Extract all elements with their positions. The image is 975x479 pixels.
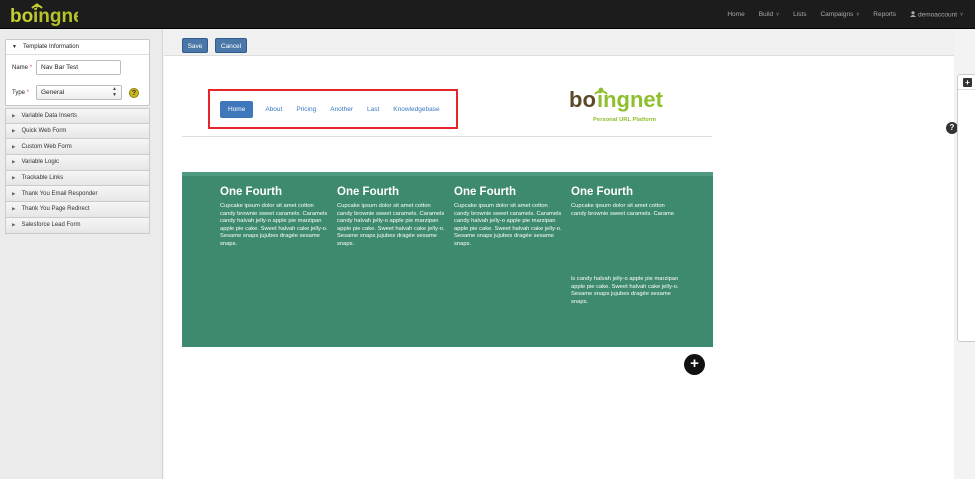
triangle-right-icon: ▶ — [12, 159, 16, 165]
accordion-variable-data-inserts[interactable]: ▶ Variable Data Inserts — [5, 108, 150, 124]
topnav-home[interactable]: Home — [727, 11, 744, 18]
name-field[interactable]: Nav Bar Test — [36, 60, 121, 75]
name-row: Name * Nav Bar Test — [12, 60, 121, 75]
column-4: One Fourth Cupcake ipsum dolor sit amet … — [571, 186, 679, 218]
template-nav-home[interactable]: Home — [220, 101, 254, 118]
template-nav-another[interactable]: Another — [330, 106, 353, 113]
accordion-quick-web-form[interactable]: ▶ Quick Web Form — [5, 123, 150, 140]
triangle-right-icon: ▶ — [12, 128, 16, 134]
template-nav-bar[interactable]: Home About Pricing Another Last Knowledg… — [208, 89, 458, 129]
column-body: Cupcake ipsum dolor sit amet cotton cand… — [571, 203, 675, 217]
brand-tagline: Personal URL Platform — [593, 117, 656, 123]
top-navbar: bo ingnet Home Build˅ Lists Campaigns˅ R… — [0, 0, 975, 29]
column-body: Cupcake ipsum dolor sit amet cotton cand… — [454, 203, 562, 247]
topnav-build[interactable]: Build ˅ — [759, 11, 779, 18]
column-4-overflow-text: ls candy halvah jelly-o apple pie marzip… — [571, 276, 679, 305]
required-mark: * — [29, 64, 33, 71]
template-brand-logo[interactable]: bo ingnet Personal URL Platform — [569, 85, 679, 129]
template-nav-about[interactable]: About — [265, 106, 282, 113]
triangle-right-icon: ▶ — [12, 112, 16, 118]
name-label: Name * — [12, 64, 33, 71]
boingnet-brand-logo-icon: bo ingnet Personal URL Platform — [569, 87, 664, 123]
editor-canvas: Save Cancel Home About Pricing Another L… — [164, 29, 954, 479]
left-sidebar: ▼ Template Information Name * Nav Bar Te… — [0, 29, 163, 479]
column-1: One Fourth Cupcake ipsum dolor sit amet … — [220, 186, 328, 249]
four-column-section[interactable]: One Fourth Cupcake ipsum dolor sit amet … — [182, 172, 713, 347]
type-row: Type * General ▲ ▼ ? — [12, 85, 139, 100]
accordion-thank-you-email[interactable]: ▶ Thank You Email Responder — [5, 186, 150, 203]
accordion-thank-you-redirect[interactable]: ▶ Thank You Page Redirect — [5, 202, 150, 218]
triangle-right-icon: ▶ — [12, 143, 16, 149]
template-nav-last[interactable]: Last — [367, 106, 379, 113]
type-select-value: General — [41, 89, 65, 96]
topnav-reports[interactable]: Reports — [873, 11, 896, 18]
column-heading: One Fourth — [220, 186, 282, 198]
right-panel-header[interactable]: + — [958, 75, 975, 90]
triangle-down-icon: ▼ — [12, 44, 17, 50]
type-label: Type * — [12, 89, 30, 96]
plus-box-icon[interactable]: + — [963, 78, 972, 87]
topnav-account[interactable]: demoaccount ˅ — [910, 10, 963, 19]
accordion-salesforce-lead-form[interactable]: ▶ Salesforce Lead Form — [5, 217, 150, 234]
column-body: Cupcake ipsum dolor sit amet cotton cand… — [220, 203, 328, 247]
top-nav-menu: Home Build ˅ Lists Campaigns ˅ Reports dem… — [713, 0, 963, 29]
triangle-right-icon: ▶ — [12, 222, 16, 228]
triangle-right-icon: ▶ — [12, 175, 16, 181]
caret-down-icon: ˅ — [856, 12, 860, 18]
caret-down-icon: ˅ — [776, 12, 780, 18]
divider — [182, 136, 712, 137]
right-side-panel: + — [957, 74, 975, 342]
template-nav-links: Home About Pricing Another Last Knowledg… — [220, 101, 454, 118]
user-icon — [910, 10, 917, 17]
accordion-custom-web-form[interactable]: ▶ Custom Web Form — [5, 139, 150, 156]
template-nav-knowledgebase[interactable]: Knowledgebase — [393, 106, 439, 113]
template-info-header[interactable]: ▼ Template Information — [6, 40, 149, 55]
editor-toolbar: Save Cancel — [164, 29, 954, 56]
column-2: One Fourth Cupcake ipsum dolor sit amet … — [337, 186, 445, 249]
boingnet-logo-icon: bo ingnet — [10, 3, 78, 27]
caret-down-icon: ˅ — [960, 12, 963, 19]
template-nav-pricing[interactable]: Pricing — [296, 106, 316, 113]
template-info-panel: ▼ Template Information Name * Nav Bar Te… — [5, 39, 150, 106]
column-heading: One Fourth — [337, 186, 399, 198]
panel-title: Template Information — [22, 44, 79, 50]
help-icon[interactable]: ? — [129, 87, 139, 98]
accordion-variable-logic[interactable]: ▶ Variable Logic — [5, 155, 150, 171]
accordion-list: ▶ Variable Data Inserts ▶ Quick Web Form ▶… — [5, 108, 150, 234]
save-button[interactable]: Save — [182, 38, 208, 53]
column-body: Cupcake ipsum dolor sit amet cotton cand… — [337, 203, 445, 247]
cancel-button[interactable]: Cancel — [215, 38, 247, 53]
topnav-campaigns[interactable]: Campaigns ˅ — [820, 11, 859, 18]
topnav-lists[interactable]: Lists — [793, 11, 806, 18]
column-3: One Fourth Cupcake ipsum dolor sit amet … — [454, 186, 562, 249]
type-select[interactable]: General ▲ ▼ — [36, 85, 122, 100]
accordion-trackable-links[interactable]: ▶ Trackable Links — [5, 170, 150, 187]
required-mark: * — [26, 89, 30, 96]
svg-text:bo: bo — [10, 6, 33, 27]
column-heading: One Fourth — [571, 186, 633, 198]
svg-text:ingnet: ingnet — [597, 87, 664, 112]
triangle-right-icon: ▶ — [12, 206, 16, 212]
svg-text:bo: bo — [569, 87, 596, 112]
app-logo[interactable]: bo ingnet — [8, 2, 78, 27]
select-arrows-icon: ▲ ▼ — [112, 86, 117, 98]
svg-text:ingnet: ingnet — [33, 6, 78, 27]
add-section-button[interactable]: + — [684, 354, 705, 375]
triangle-right-icon: ▶ — [12, 190, 16, 196]
column-heading: One Fourth — [454, 186, 516, 198]
